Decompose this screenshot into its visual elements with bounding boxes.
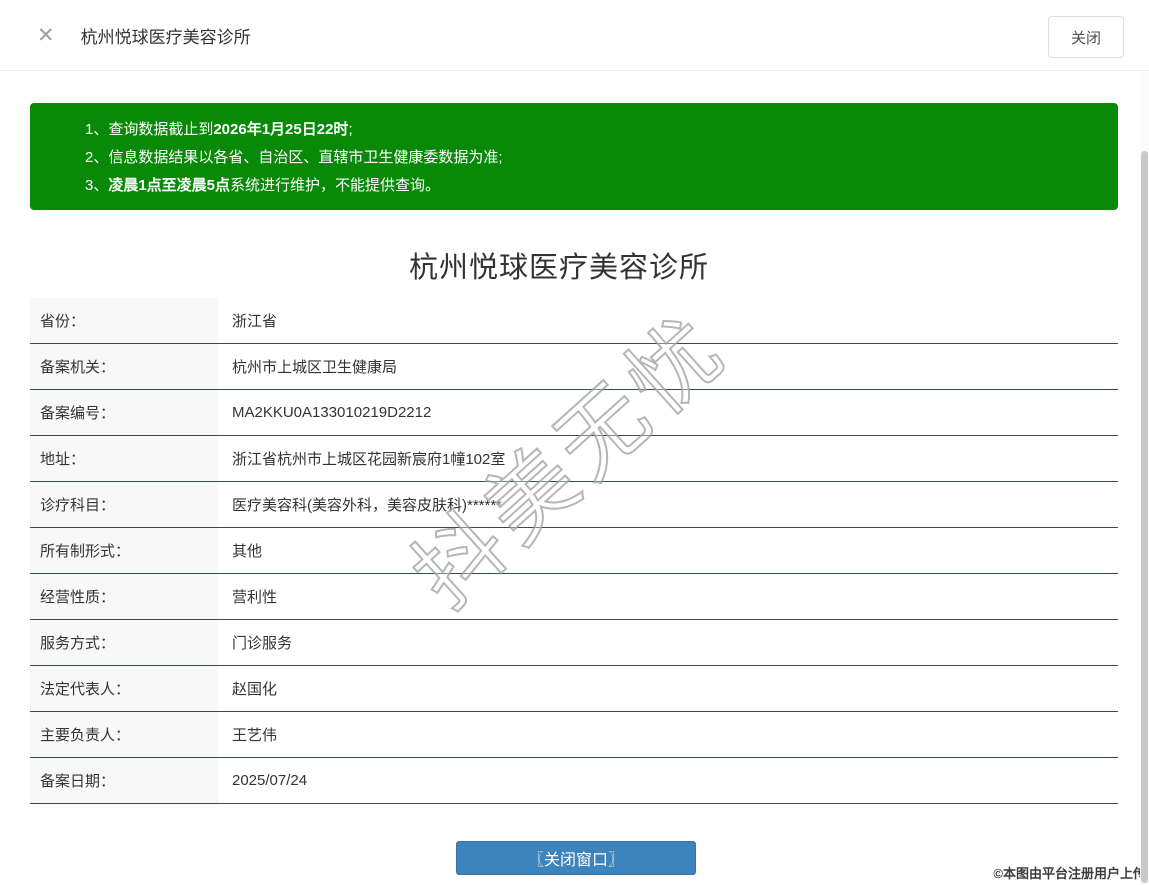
info-value: MA2KKU0A133010219D2212 — [232, 404, 432, 421]
header-bar: ✕ 杭州悦球医疗美容诊所 关闭 — [0, 0, 1149, 71]
info-label: 法定代表人： — [30, 666, 218, 711]
notice-line-3-text: 3、 — [85, 177, 109, 194]
table-row-ownership: 所有制形式： 其他 — [30, 528, 1118, 574]
info-value: 浙江省 — [232, 313, 278, 330]
info-value: 王艺伟 — [232, 727, 278, 744]
notice-line-1-post: ; — [348, 121, 353, 138]
table-row-address: 地址： 浙江省杭州市上城区花园新宸府1幢102室 — [30, 436, 1118, 482]
info-value: 营利性 — [232, 589, 278, 606]
table-row-record-number: 备案编号： MA2KKU0A133010219D2212 — [30, 390, 1118, 436]
table-row-record-date: 备案日期： 2025/07/24 — [30, 758, 1118, 804]
info-value: 杭州市上城区卫生健康局 — [232, 359, 398, 376]
info-value: 赵国化 — [232, 681, 278, 698]
notice-line-2-text: 2、信息数据结果以各省、自治区、直辖市卫生健康委数据为准; — [85, 149, 503, 166]
info-label: 诊疗科目： — [30, 482, 218, 527]
notice-line-1-bold: 2026年1月25日22时 — [213, 121, 349, 138]
info-value: 其他 — [232, 543, 263, 560]
info-label: 地址： — [30, 436, 218, 481]
table-row-service-mode: 服务方式： 门诊服务 — [30, 620, 1118, 666]
table-row-principal: 主要负责人： 王艺伟 — [30, 712, 1118, 758]
notice-line-1: 1、查询数据截止到2026年1月25日22时; — [85, 116, 1098, 144]
info-label: 备案日期： — [30, 758, 218, 803]
scrollbar-thumb[interactable] — [1141, 151, 1148, 883]
info-value: 2025/07/24 — [232, 772, 308, 789]
scrollbar-track[interactable] — [1140, 72, 1149, 885]
notice-line-1-text: 1、查询数据截止到 — [85, 121, 214, 138]
close-button[interactable]: 关闭 — [1048, 16, 1124, 58]
info-label: 经营性质： — [30, 574, 218, 619]
info-value: 医疗美容科(美容外科，美容皮肤科)****** — [232, 497, 503, 514]
notice-line-3: 3、凌晨1点至凌晨5点系统进行维护，不能提供查询。 — [85, 172, 1098, 200]
notice-banner: 1、查询数据截止到2026年1月25日22时; 2、信息数据结果以各省、自治区、… — [30, 103, 1118, 210]
table-row-authority: 备案机关： 杭州市上城区卫生健康局 — [30, 344, 1118, 390]
info-label: 省份： — [30, 298, 218, 343]
info-label: 所有制形式： — [30, 528, 218, 573]
info-label: 主要负责人： — [30, 712, 218, 757]
notice-line-3-post: 系统进行维护，不能提供查询。 — [230, 177, 441, 194]
info-label: 备案编号： — [30, 390, 218, 435]
close-window-button[interactable]: 〖关闭窗口〗 — [456, 841, 696, 875]
info-value: 门诊服务 — [232, 635, 293, 652]
table-row-legal-representative: 法定代表人： 赵国化 — [30, 666, 1118, 712]
page-title: 杭州悦球医疗美容诊所 — [80, 27, 251, 47]
table-row-departments: 诊疗科目： 医疗美容科(美容外科，美容皮肤科)****** — [30, 482, 1118, 528]
table-row-business-nature: 经营性质： 营利性 — [30, 574, 1118, 620]
clinic-title: 杭州悦球医疗美容诊所 — [408, 252, 709, 284]
notice-line-3-bold: 凌晨1点至凌晨5点 — [108, 177, 231, 194]
table-row-province: 省份： 浙江省 — [30, 298, 1118, 344]
upload-credit-text: ©本图由平台注册用户上传 — [993, 866, 1146, 881]
close-icon[interactable]: ✕ — [37, 25, 55, 46]
record-table: 省份： 浙江省 备案机关： 杭州市上城区卫生健康局 备案编号： MA2KKU0A… — [30, 298, 1118, 804]
info-value: 浙江省杭州市上城区花园新宸府1幢102室 — [232, 451, 506, 468]
info-label: 服务方式： — [30, 620, 218, 665]
notice-line-2: 2、信息数据结果以各省、自治区、直辖市卫生健康委数据为准; — [85, 144, 1098, 172]
info-label: 备案机关： — [30, 344, 218, 389]
